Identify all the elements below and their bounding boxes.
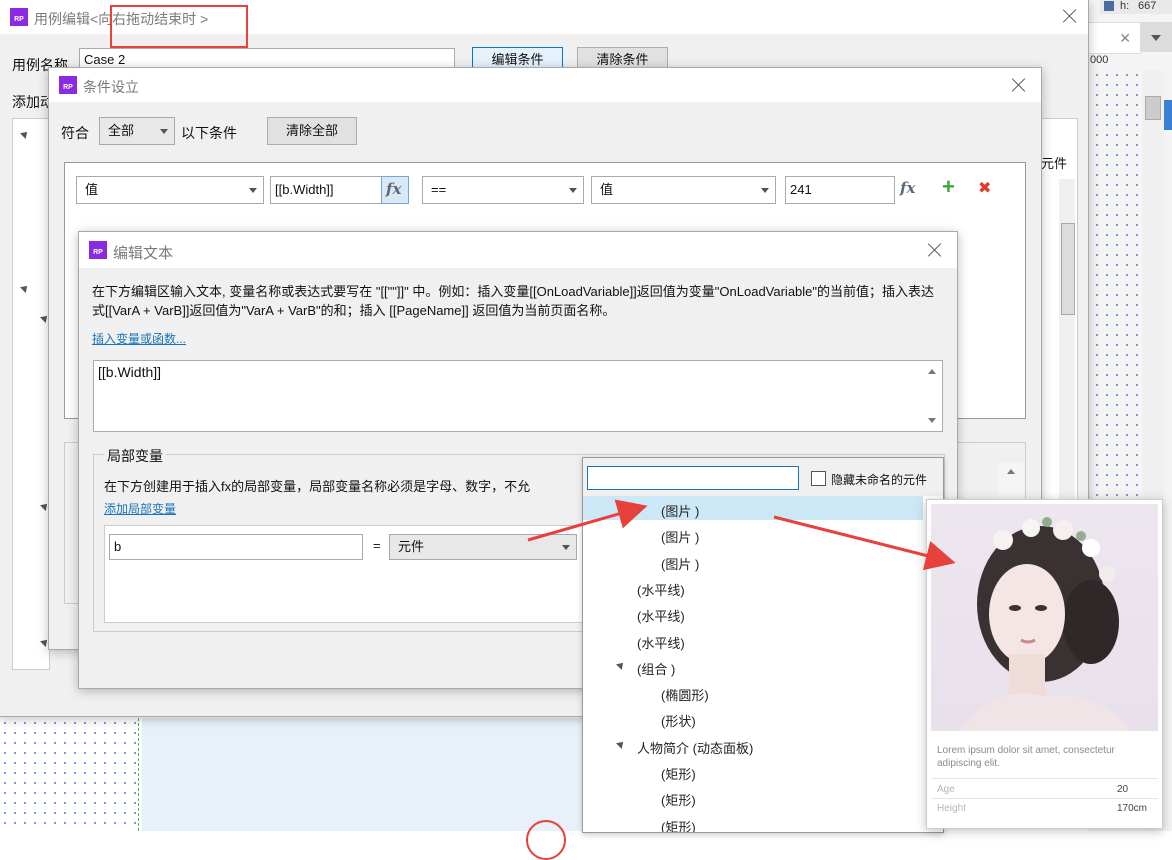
- widget-list: (图片 ) (图片 ) (图片 ) (水平线) (水平线) (水平线) (组合 ) (椭圆形)…: [583, 496, 923, 832]
- widget-list-item[interactable]: (组合 ): [583, 654, 923, 678]
- widget-list-item[interactable]: (水平线): [583, 575, 923, 599]
- edit-text-titlebar: RP 编辑文本: [79, 232, 957, 268]
- profile-divider: [931, 778, 1158, 779]
- condition-suffix-label: 以下条件: [181, 125, 237, 141]
- operator-select[interactable]: ==: [422, 176, 584, 204]
- height-value: 170cm: [1117, 803, 1148, 814]
- axure-logo-icon: RP: [59, 76, 77, 94]
- local-variable-desc: 在下方创建用于插入fx的局部变量，局部变量名称必须是字母、数字，不允: [104, 479, 531, 494]
- text-editor-value: [[b.Width]]: [98, 364, 162, 380]
- left-type-select[interactable]: 值: [76, 176, 264, 204]
- widget-list-item[interactable]: (形状): [583, 706, 923, 730]
- widget-list-item[interactable]: (矩形): [583, 759, 923, 783]
- clear-all-button[interactable]: 清除全部: [267, 117, 357, 145]
- widget-list-item[interactable]: (水平线): [583, 628, 923, 652]
- profile-photo: [931, 504, 1158, 731]
- widget-list-item-label: (图片 ): [661, 504, 700, 519]
- widget-list-item-label: (水平线): [637, 609, 685, 625]
- canvas-grid-bottom-left: [0, 718, 138, 831]
- expand-icon[interactable]: [20, 129, 30, 139]
- widget-list-item-label: (水平线): [637, 582, 685, 598]
- expand-icon[interactable]: [20, 283, 30, 293]
- widget-list-item-label: (矩形): [661, 767, 696, 782]
- expand-icon[interactable]: [616, 738, 626, 749]
- axure-logo-icon: RP: [10, 8, 28, 26]
- delete-row-icon[interactable]: ✖: [978, 178, 991, 198]
- widget-list-item[interactable]: (矩形): [583, 785, 923, 809]
- widget-list-item[interactable]: (图片 ): [583, 496, 923, 520]
- widget-list-item[interactable]: (图片 ): [583, 522, 923, 546]
- widget-list-item[interactable]: (水平线): [583, 601, 923, 625]
- profile-card: Lorem ipsum dolor sit amet, consectetur …: [926, 499, 1163, 829]
- widget-list-item-label: (矩形): [661, 793, 696, 809]
- condition-title: 条件设立: [83, 79, 139, 95]
- left-value-input[interactable]: [[b.Width]]: [270, 176, 382, 204]
- pin-icon: [1104, 1, 1114, 11]
- fx-icon: fx: [386, 180, 402, 198]
- expand-icon[interactable]: [616, 659, 626, 670]
- widget-list-item[interactable]: (矩形): [583, 812, 923, 832]
- close-icon[interactable]: [927, 242, 943, 258]
- axure-logo-icon: RP: [89, 241, 107, 259]
- widget-list-item-label: (椭圆形): [661, 688, 709, 704]
- condition-titlebar: RP 条件设立: [49, 68, 1041, 102]
- add-local-variable-link[interactable]: 添加局部变量: [104, 500, 176, 517]
- profile-divider: [931, 798, 1158, 799]
- widget-list-item-label: (形状): [661, 714, 696, 730]
- insert-variable-link[interactable]: 插入变量或函数...: [92, 330, 186, 347]
- close-icon[interactable]: [1011, 77, 1027, 93]
- local-variable-list: b = 元件: [104, 525, 590, 623]
- action-tree-panel: [12, 118, 50, 670]
- canvas-panel: [142, 718, 582, 831]
- widget-list-item[interactable]: (图片 ): [583, 549, 923, 573]
- annotation-rectangle: [110, 5, 248, 48]
- match-label: 符合: [61, 125, 89, 141]
- fx-icon[interactable]: fx: [900, 179, 915, 197]
- height-label: Height: [937, 803, 966, 814]
- right-value-input[interactable]: 241: [785, 176, 895, 204]
- right-type-select[interactable]: 值: [591, 176, 776, 204]
- age-label: Age: [937, 784, 955, 795]
- widget-list-item-label: (水平线): [637, 635, 685, 651]
- close-tab-icon[interactable]: ✕: [1119, 30, 1131, 47]
- text-editor[interactable]: [[b.Width]]: [93, 360, 943, 432]
- guide-line: [138, 718, 139, 831]
- widget-list-item[interactable]: (椭圆形): [583, 680, 923, 704]
- condition-row: 值 [[b.Width]] fx == 值 241 fx + ✖: [76, 174, 1006, 204]
- widget-list-item-label: (组合 ): [637, 661, 676, 677]
- right-partial-label: 元件: [1041, 156, 1068, 171]
- match-select[interactable]: 全部: [99, 117, 175, 145]
- canvas-blue-edge: [1164, 100, 1172, 130]
- widget-search-input[interactable]: [587, 466, 799, 490]
- equals-sign: =: [373, 538, 381, 553]
- edit-text-description: 在下方编辑区输入文本, 变量名称或表达式要写在 "[[""]]" 中。例如：插入…: [92, 284, 935, 318]
- ruler-label: 000: [1090, 54, 1109, 66]
- hide-unnamed-label: 隐藏未命名的元件: [831, 473, 928, 487]
- canvas-tab[interactable]: ✕: [1088, 22, 1142, 54]
- cursor-highlight-circle: [526, 820, 566, 860]
- variable-type-select[interactable]: 元件: [389, 534, 577, 560]
- add-row-icon[interactable]: +: [942, 174, 955, 200]
- hide-unnamed-checkbox[interactable]: [811, 471, 826, 486]
- top-right-field: h: 667: [1100, 0, 1172, 14]
- widget-picker-dropdown: 隐藏未命名的元件 (图片 ) (图片 ) (图片 ) (水平线) (水平线) (水平线)(…: [582, 457, 944, 833]
- fx-button[interactable]: fx: [381, 176, 409, 204]
- portrait-image: [961, 517, 1131, 731]
- age-value: 20: [1117, 784, 1129, 795]
- edit-text-title: 编辑文本: [113, 245, 174, 262]
- variable-name-input[interactable]: b: [109, 534, 363, 560]
- widget-list-item-label: (图片 ): [661, 530, 700, 546]
- widget-list-item[interactable]: 人物简介 (动态面板): [583, 733, 923, 757]
- profile-caption: Lorem ipsum dolor sit amet, consectetur …: [937, 745, 1115, 769]
- local-variable-group-title: 局部变量: [104, 446, 166, 466]
- widget-list-item-label: 人物简介 (动态面板): [637, 740, 754, 756]
- close-icon[interactable]: [1062, 8, 1078, 24]
- widget-list-item-label: (图片 ): [661, 556, 700, 572]
- tab-menu-button[interactable]: [1140, 22, 1172, 52]
